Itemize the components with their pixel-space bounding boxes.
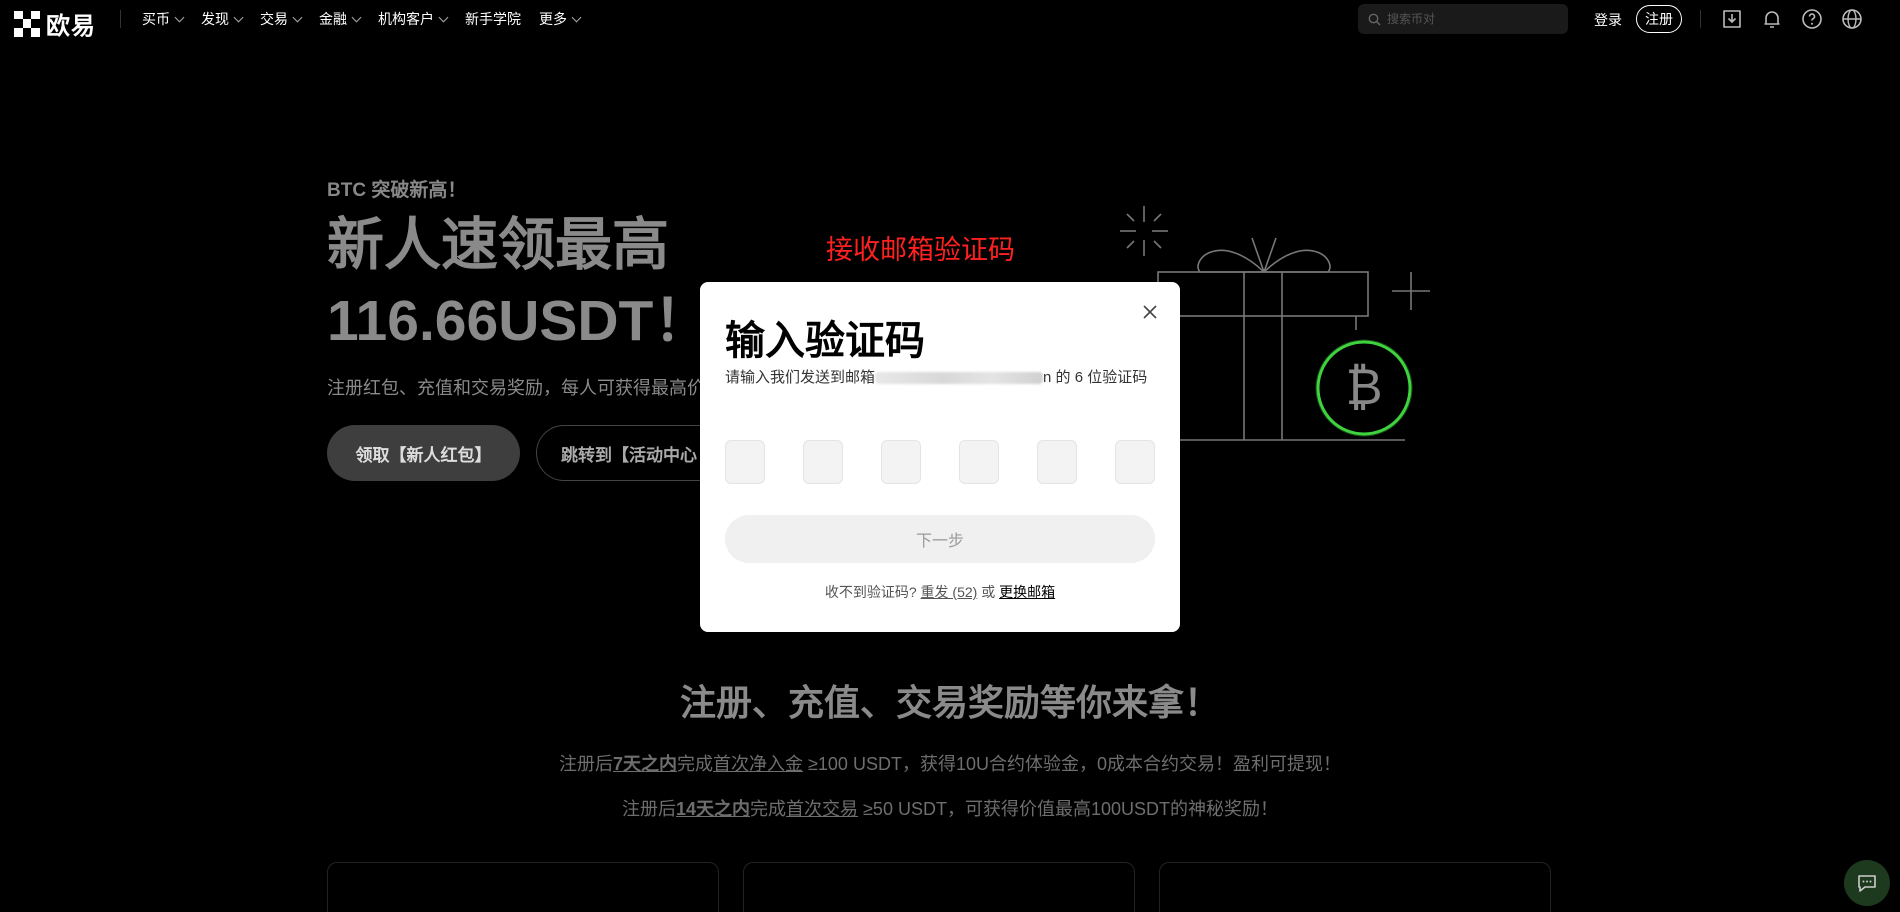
chevron-down-icon: [292, 12, 303, 22]
reward-card[interactable]: [743, 862, 1135, 912]
login-link[interactable]: 登录: [1594, 10, 1622, 30]
hero-tag: BTC 突破新高！: [327, 180, 467, 201]
chevron-down-icon: [233, 12, 244, 22]
claim-bonus-button[interactable]: 领取【新人红包】: [327, 425, 520, 481]
annotation-label: 接收邮箱验证码: [826, 235, 1015, 265]
resend-link[interactable]: 重发 (52): [921, 584, 978, 600]
menu-item-institutional[interactable]: 机构客户: [378, 9, 449, 29]
code-digit-1[interactable]: [725, 440, 765, 484]
reward-card[interactable]: [327, 862, 719, 912]
bell-icon[interactable]: [1760, 7, 1784, 31]
first-deposit-link[interactable]: 首次净入金: [713, 754, 803, 774]
chat-icon: [1858, 875, 1876, 892]
register-button[interactable]: 注册: [1636, 5, 1682, 33]
menu-item-more[interactable]: 更多: [539, 9, 582, 29]
download-icon[interactable]: [1720, 7, 1744, 31]
chat-button[interactable]: [1844, 860, 1890, 906]
chevron-down-icon: [438, 12, 449, 22]
hero-subtitle: 注册红包、充值和交易奖励，每人可获得最高价: [327, 378, 705, 398]
change-email-link[interactable]: 更换邮箱: [999, 584, 1055, 600]
chevron-down-icon: [571, 12, 582, 22]
first-trade-link[interactable]: 首次交易: [786, 799, 858, 819]
search-icon: [1368, 13, 1381, 25]
menu-item-finance[interactable]: 金融: [319, 9, 362, 29]
modal-title: 输入验证码: [725, 319, 925, 363]
code-digit-3[interactable]: [881, 440, 921, 484]
hero-title-line1: 新人速领最高: [327, 213, 669, 277]
menu-item-academy[interactable]: 新手学院: [465, 9, 521, 29]
code-digit-6[interactable]: [1115, 440, 1155, 484]
main-menu: 买币 发现 交易 金融 机构客户 新手学院 更多: [142, 0, 582, 38]
logo-text: 欧易: [46, 13, 96, 40]
top-nav: 欧易 买币 发现 交易 金融 机构客户 新手学院 更多 登录 注册: [0, 0, 1900, 41]
modal-description: 请输入我们发送到邮箱 n 的 6 位验证码: [725, 369, 1148, 386]
verification-modal: 输入验证码 请输入我们发送到邮箱 n 的 6 位验证码 下一步 收不到验证码? 重…: [700, 282, 1180, 632]
bitcoin-icon: ₿: [1345, 358, 1382, 416]
logo[interactable]: 欧易: [14, 6, 96, 41]
chevron-down-icon: [351, 12, 362, 22]
globe-icon[interactable]: [1840, 7, 1864, 31]
chevron-down-icon: [174, 12, 185, 22]
section-title: 注册、充值、交易奖励等你来拿！: [679, 682, 1220, 723]
search-box[interactable]: [1358, 4, 1568, 34]
search-input[interactable]: [1387, 12, 1557, 26]
reward-card[interactable]: [1159, 862, 1551, 912]
code-digit-2[interactable]: [803, 440, 843, 484]
code-digit-4[interactable]: [959, 440, 999, 484]
code-digit-5[interactable]: [1037, 440, 1077, 484]
section-line-2: 注册后14天之内完成首次交易 ≥50 USDT，可获得价值最高100USDT的神…: [622, 799, 1278, 819]
okx-logo-icon: [14, 10, 40, 37]
nav-divider: [1700, 10, 1701, 28]
nav-divider: [120, 10, 121, 28]
menu-item-trade[interactable]: 交易: [260, 9, 303, 29]
section-line-1: 注册后7天之内完成首次净入金 ≥100 USDT，获得10U合约体验金，0成本合…: [559, 754, 1341, 774]
masked-email: [875, 372, 1044, 385]
resend-row: 收不到验证码? 重发 (52) 或 更换邮箱: [824, 584, 1056, 600]
code-input-row: [725, 440, 1155, 484]
close-icon[interactable]: [1140, 302, 1160, 322]
help-icon[interactable]: [1800, 7, 1824, 31]
next-step-button[interactable]: 下一步: [725, 515, 1155, 563]
menu-item-buy[interactable]: 买币: [142, 9, 185, 29]
menu-item-discover[interactable]: 发现: [201, 9, 244, 29]
